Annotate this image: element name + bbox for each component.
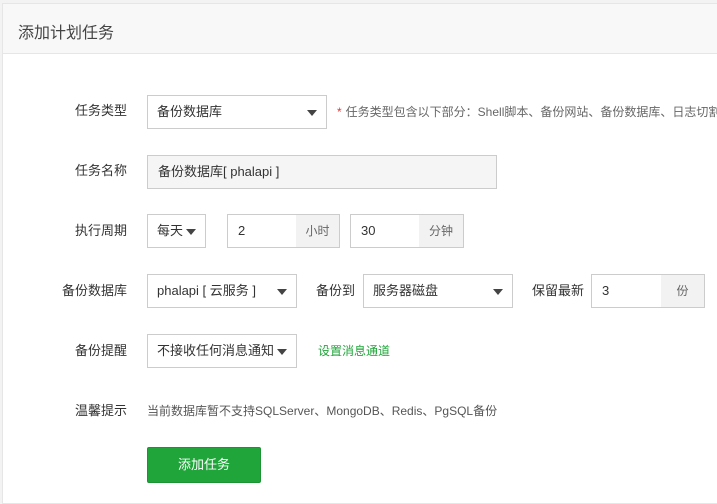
notify-value: 不接收任何消息通知 [157,343,275,358]
chevron-down-icon [307,110,317,116]
database-select[interactable]: phalapi [ 云服务 ] [147,274,297,308]
database-value: phalapi [ 云服务 ] [157,283,256,298]
keep-unit: 份 [661,274,705,308]
frequency-value: 每天 [157,223,184,238]
backup-db-label: 备份数据库 [61,283,127,298]
backup-destination-value: 服务器磁盘 [373,283,439,298]
panel-header: 添加计划任务 [3,4,717,54]
set-message-channel-link[interactable]: 设置消息通道 [318,342,390,360]
task-name-input[interactable]: 备份数据库[ phalapi ] [147,155,497,189]
minute-input[interactable]: 30 [350,214,420,248]
tip-label: 温馨提示 [74,403,127,418]
task-type-label: 任务类型 [74,103,127,118]
required-star: * [337,105,342,119]
notify-label: 备份提醒 [74,343,127,358]
frequency-select[interactable]: 每天 [147,214,206,248]
backup-destination-select[interactable]: 服务器磁盘 [363,274,513,308]
task-type-select[interactable]: 备份数据库 [147,95,327,129]
chevron-down-icon [277,349,287,355]
period-label: 执行周期 [74,223,127,238]
add-cron-task-panel: 添加计划任务 [2,3,717,504]
backup-to-label: 备份到 [316,283,356,298]
task-type-hint-text: 任务类型包含以下部分：Shell脚本、备份网站、备份数据库、日志切割 [345,105,717,119]
hour-unit: 小时 [296,214,340,248]
page-title: 添加计划任务 [18,25,115,42]
minute-unit: 分钟 [419,214,464,248]
task-name-label: 任务名称 [74,163,127,178]
keep-latest-label: 保留最新 [532,283,585,298]
notify-select[interactable]: 不接收任何消息通知 [147,334,297,368]
task-type-hint: * 任务类型包含以下部分：Shell脚本、备份网站、备份数据库、日志切割 [337,103,717,121]
task-type-value: 备份数据库 [157,104,223,119]
tip-text: 当前数据库暂不支持SQLServer、MongoDB、Redis、PgSQL备份 [147,404,498,418]
hour-input[interactable]: 2 [227,214,297,248]
chevron-down-icon [277,289,287,295]
add-task-button[interactable]: 添加任务 [147,447,261,483]
chevron-down-icon [493,289,503,295]
chevron-down-icon [186,229,196,235]
keep-count-input[interactable]: 3 [591,274,662,308]
